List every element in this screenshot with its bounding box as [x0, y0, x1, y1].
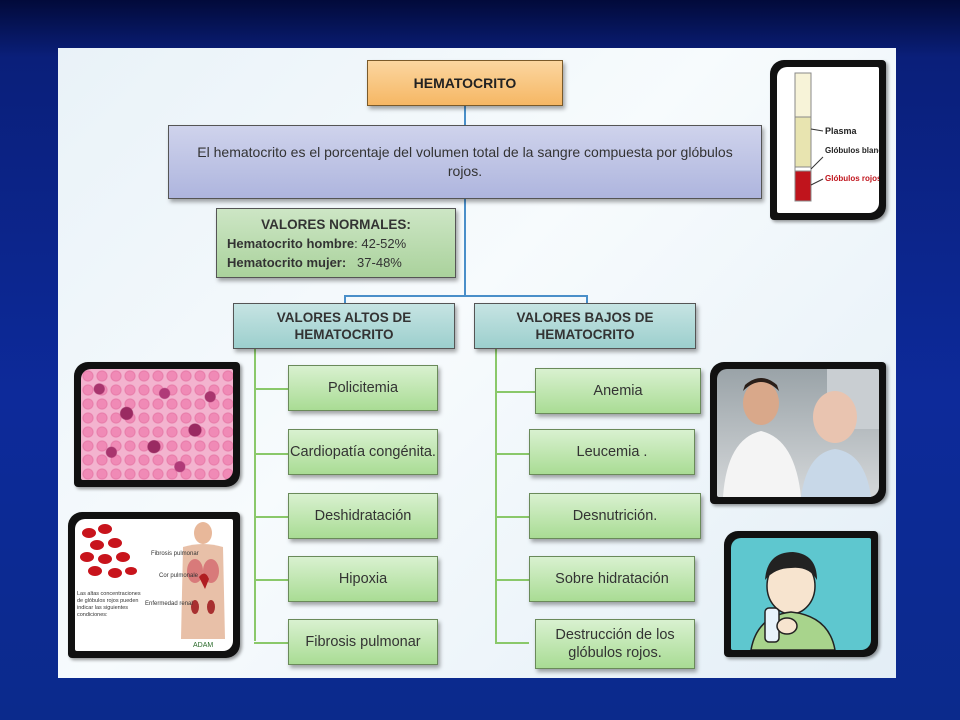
connector-high-branch: [344, 295, 346, 303]
doctor-child-photo: [710, 362, 886, 504]
low-item-2: Leucemia .: [529, 429, 695, 475]
blood-smear-cells: [81, 369, 233, 480]
connector-low-1: [495, 391, 535, 393]
connector-low-3: [495, 516, 529, 518]
low-item-3-label: Desnutrición.: [572, 508, 658, 524]
connector-high-3: [254, 516, 288, 518]
high-item-2: Cardiopatía congénita.: [288, 429, 438, 475]
anatomy-renal-label: Enfermedad renal: [145, 601, 193, 607]
anatomy-fibrosis-label: Fibrosis pulmonar: [151, 551, 199, 557]
anatomy-illustration: Fibrosis pulmonar Cor pulmonale Enfermed…: [77, 522, 225, 649]
boy-drinking-image: [724, 531, 878, 657]
connector-high-1: [254, 388, 288, 390]
blood-smear-image: [74, 362, 240, 487]
high-item-4-label: Hipoxia: [338, 571, 388, 587]
high-item-1: Policitemia: [288, 365, 438, 411]
anatomy-caption: Las altas concentraciones de glóbulos ro…: [77, 591, 141, 618]
low-item-5-label: Destrucción de los glóbulos rojos.: [555, 627, 675, 661]
tube-red-label: Glóbulos rojos: [825, 174, 879, 183]
title-box: HEMATOCRITO: [367, 60, 563, 106]
high-item-5-label: Fibrosis pulmonar: [305, 634, 421, 650]
diagram-title: HEMATOCRITO: [413, 75, 517, 91]
normal-male-label: Hematocrito hombre: [227, 235, 355, 251]
blood-tube-illustration: Plasma Glóbulos blancos Glóbulos rojos: [794, 72, 879, 202]
tube-plasma-label: Plasma: [825, 126, 858, 136]
low-item-2-label: Leucemia .: [576, 444, 648, 460]
normal-female-row: Hematocrito mujer: 37-48%: [227, 255, 445, 270]
boy-drinking-illustration: [750, 552, 836, 650]
high-item-5: Fibrosis pulmonar: [288, 619, 438, 665]
normal-male-row: Hematocrito hombre: 42-52%: [227, 236, 445, 251]
low-item-1-label: Anemia: [593, 383, 643, 399]
low-item-4-label: Sobre hidratación: [555, 571, 669, 587]
connector-high-2: [254, 453, 288, 455]
doctor-child-illustration: [723, 369, 879, 497]
anatomy-cor-label: Cor pulmonale: [159, 573, 199, 579]
definition-box: El hematocrito es el porcentaje del volu…: [168, 125, 762, 199]
high-item-2-label: Cardiopatía congénita.: [290, 444, 436, 460]
normal-values-heading: VALORES NORMALES:: [261, 216, 411, 232]
tube-white-label: Glóbulos blancos: [825, 146, 879, 155]
connector-branch-horizontal: [344, 295, 588, 297]
high-item-3: Deshidratación: [288, 493, 438, 539]
definition-text: El hematocrito es el porcentaje del volu…: [197, 144, 733, 179]
connector-high-4: [254, 579, 288, 581]
connector-definition-trunk: [464, 199, 466, 296]
low-values-heading-box: VALORES BAJOS DE HEMATOCRITO: [474, 303, 696, 349]
connector-low-vertical: [495, 349, 497, 643]
connector-high-5: [254, 642, 288, 644]
connector-low-4: [495, 579, 529, 581]
low-item-3: Desnutrición.: [529, 493, 701, 539]
anatomy-brand: ADAM: [193, 642, 213, 649]
high-item-3-label: Deshidratación: [314, 508, 412, 524]
normal-male-value: : 42-52%: [354, 235, 407, 251]
high-values-heading-box: VALORES ALTOS DE HEMATOCRITO: [233, 303, 455, 349]
connector-title-definition: [464, 106, 466, 125]
connector-low-5: [495, 642, 529, 644]
anatomy-image: Fibrosis pulmonar Cor pulmonale Enfermed…: [68, 512, 240, 658]
normal-female-value: 37-48%: [357, 254, 402, 270]
normal-female-label: Hematocrito mujer:: [227, 254, 347, 270]
normal-values-box: VALORES NORMALES: Hematocrito hombre: 42…: [216, 208, 456, 278]
low-item-5: Destrucción de los glóbulos rojos.: [535, 619, 695, 669]
connector-high-vertical: [254, 349, 256, 641]
high-item-4: Hipoxia: [288, 556, 438, 602]
slide-canvas: HEMATOCRITO El hematocrito es el porcent…: [58, 48, 896, 678]
blood-tube-image: Plasma Glóbulos blancos Glóbulos rojos: [770, 60, 886, 220]
connector-low-2: [495, 453, 529, 455]
low-item-4: Sobre hidratación: [529, 556, 695, 602]
low-item-1: Anemia: [535, 368, 701, 414]
connector-low-branch: [586, 295, 588, 303]
high-item-1-label: Policitemia: [327, 380, 399, 396]
high-values-heading: VALORES ALTOS DE HEMATOCRITO: [276, 310, 412, 342]
low-values-heading: VALORES BAJOS DE HEMATOCRITO: [516, 310, 654, 342]
